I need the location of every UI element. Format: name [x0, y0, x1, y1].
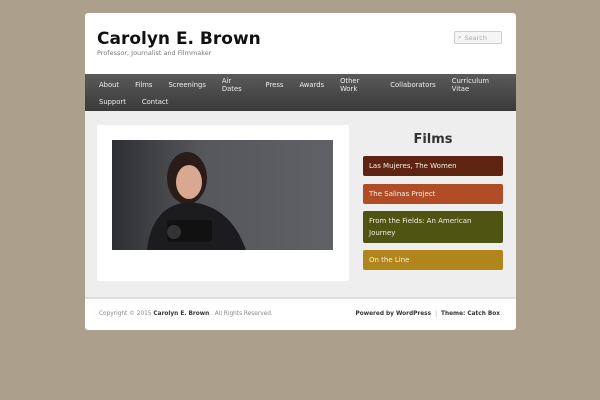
credits: Powered by WordPress | Theme: Catch Box [356, 311, 500, 317]
nav-awards[interactable]: Awards [291, 81, 332, 89]
copyright-text: Copyright © 2015 [99, 311, 152, 317]
page: Carolyn E. Brown Professor, Journalist a… [85, 13, 516, 330]
site-tagline: Professor, Journalist and Filmmaker [97, 49, 212, 57]
films-heading: Films [413, 132, 453, 147]
owner-link[interactable]: Carolyn E. Brown [153, 311, 209, 317]
person-with-camera-image [147, 152, 246, 250]
powered-by-link[interactable]: Powered by WordPress [356, 311, 432, 317]
search-placeholder: Search [464, 33, 487, 42]
separator: | [435, 311, 438, 317]
film-link-on-the-line[interactable]: On the Line [363, 250, 503, 270]
site-title[interactable]: Carolyn E. Brown [97, 29, 261, 49]
nav-screenings[interactable]: Screenings [160, 81, 213, 89]
nav-films[interactable]: Films [127, 81, 160, 89]
footer: Copyright © 2015 Carolyn E. Brown . All … [85, 297, 516, 330]
content-card [97, 125, 349, 281]
main-area: Films Las Mujeres, The Women The Salinas… [85, 111, 516, 297]
search-input[interactable]: ⌕ Search [454, 31, 502, 44]
nav-support[interactable]: Support [91, 98, 134, 106]
nav-contact[interactable]: Contact [134, 98, 176, 106]
rights-text: . All Rights Reserved. [211, 311, 273, 317]
nav-air-dates[interactable]: Air Dates [214, 77, 258, 93]
film-link-from-the-fields[interactable]: From the Fields: An American Journey [363, 211, 503, 243]
nav-curriculum-vitae[interactable]: Curriculum Vitae [444, 77, 510, 93]
nav-press[interactable]: Press [258, 81, 292, 89]
film-link-salinas-project[interactable]: The Salinas Project [363, 184, 503, 204]
portrait-photo [112, 140, 333, 250]
nav-other-work[interactable]: Other Work [332, 77, 382, 93]
search-icon: ⌕ [458, 33, 462, 41]
nav-about[interactable]: About [91, 81, 127, 89]
film-link-las-mujeres[interactable]: Las Mujeres, The Women [363, 156, 503, 176]
copyright: Copyright © 2015 Carolyn E. Brown . All … [99, 311, 273, 317]
theme-link[interactable]: Theme: Catch Box [441, 311, 500, 317]
main-nav: About Films Screenings Air Dates Press A… [85, 74, 516, 111]
nav-collaborators[interactable]: Collaborators [382, 81, 443, 89]
